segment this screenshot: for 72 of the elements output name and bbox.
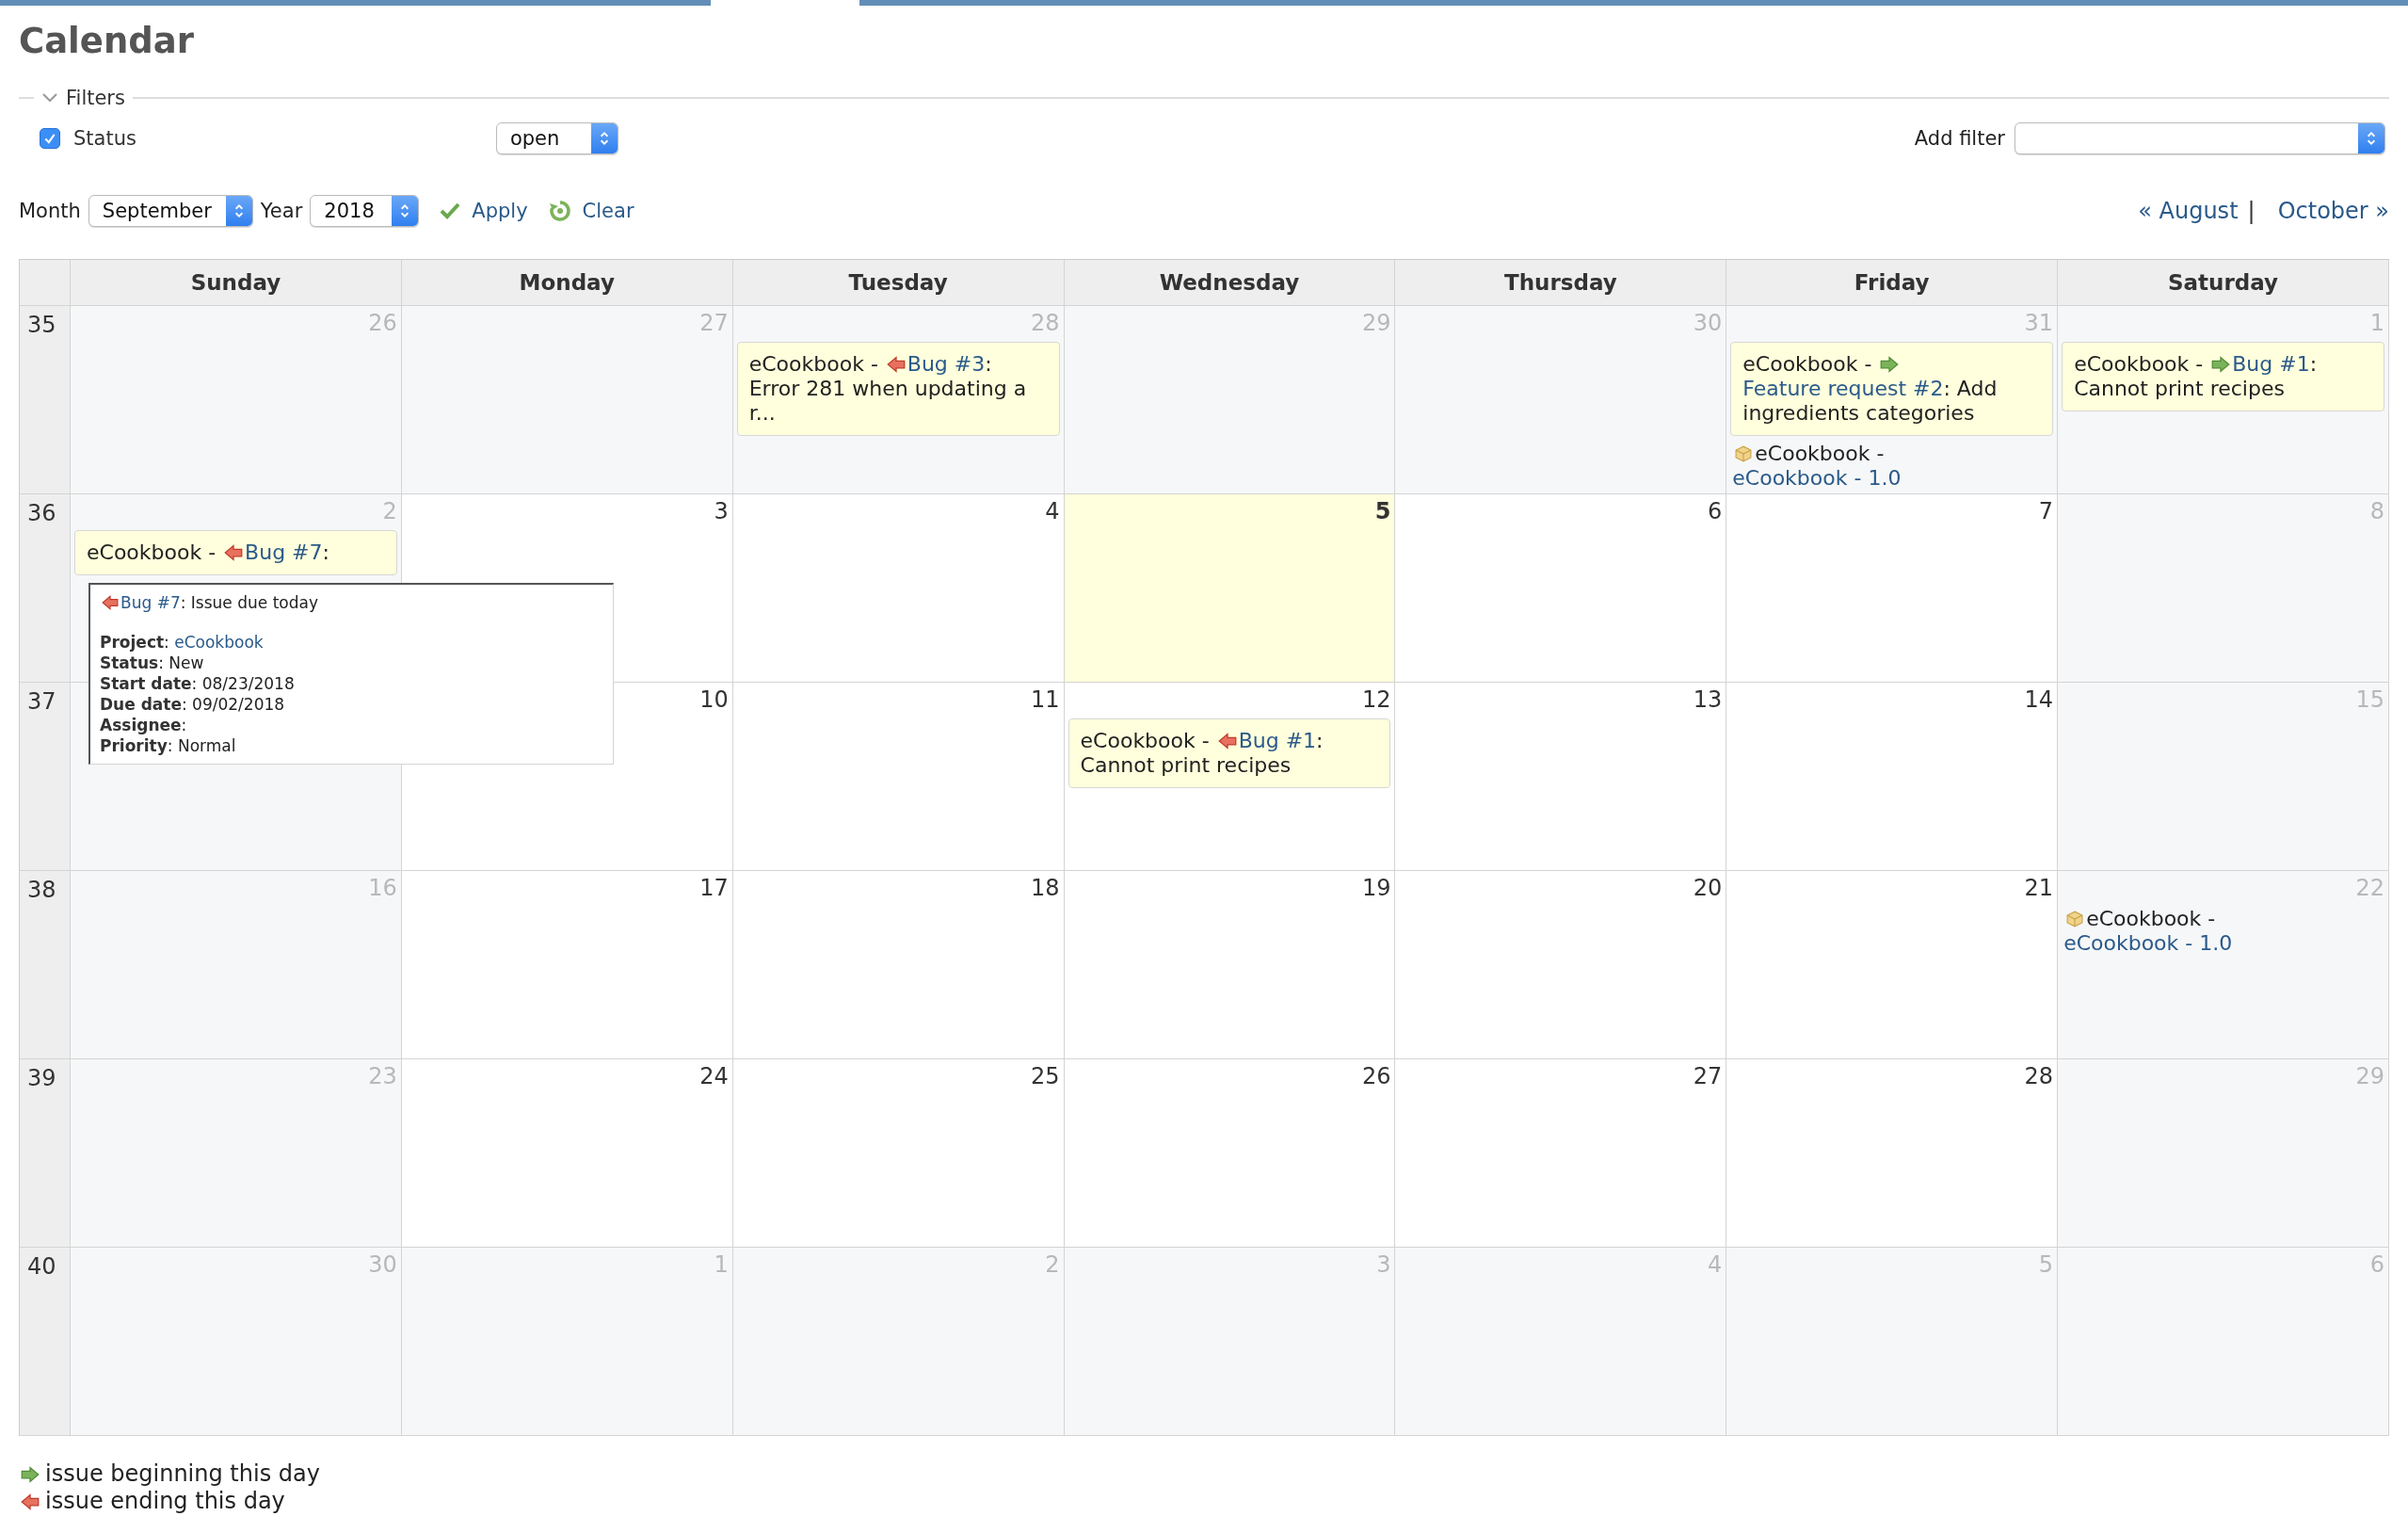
week-number: 35 bbox=[27, 312, 56, 338]
day-number: 4 bbox=[1708, 1251, 1723, 1278]
issue-text: eCookbook - Bug #7: bbox=[87, 540, 329, 564]
day-number: 1 bbox=[2369, 310, 2384, 336]
day-number: 3 bbox=[1376, 1251, 1391, 1278]
weekday-header: Monday bbox=[401, 260, 733, 306]
day-number: 24 bbox=[699, 1063, 729, 1089]
day-number: 28 bbox=[2024, 1063, 2054, 1089]
day-number: 7 bbox=[2038, 498, 2054, 524]
day-number: 21 bbox=[2024, 875, 2054, 901]
week-number: 37 bbox=[27, 688, 56, 715]
day-number: 27 bbox=[699, 310, 729, 336]
weekday-header: Saturday bbox=[2058, 260, 2389, 306]
day-number: 17 bbox=[699, 875, 729, 901]
weekday-header: Wednesday bbox=[1064, 260, 1396, 306]
day-number: 28 bbox=[1031, 310, 1060, 336]
year-label: Year bbox=[260, 200, 303, 222]
day-number: 13 bbox=[1693, 686, 1723, 713]
status-label: Status bbox=[73, 127, 136, 150]
weekday-header: Sunday bbox=[71, 260, 402, 306]
week-number: 40 bbox=[27, 1253, 56, 1280]
week-number: 39 bbox=[27, 1065, 56, 1091]
issue-text: eCookbook - Bug #1: Cannot print recipes bbox=[1080, 729, 1324, 777]
tooltip-field-label: Project: bbox=[100, 633, 169, 652]
day-number: 6 bbox=[1708, 498, 1723, 524]
issue-text: eCookbook - Bug #3: Error 281 when updating a r... bbox=[748, 352, 1027, 425]
issue-text: eCookbook - Feature request #2: Add ingredients categories bbox=[1742, 352, 1998, 425]
day-number: 30 bbox=[368, 1251, 397, 1278]
day-number: 15 bbox=[2355, 686, 2384, 713]
weekday-header: Thursday bbox=[1395, 260, 1727, 306]
day-number: 4 bbox=[1045, 498, 1060, 524]
add-filter-label: Add filter bbox=[1914, 127, 2005, 150]
day-number: 22 bbox=[2355, 875, 2384, 901]
day-number: 20 bbox=[1693, 875, 1723, 901]
day-number: 27 bbox=[1693, 1063, 1723, 1089]
day-number: 29 bbox=[2355, 1063, 2384, 1089]
week-number: 38 bbox=[27, 877, 56, 903]
day-number: 2 bbox=[382, 498, 397, 524]
month-label: Month bbox=[19, 200, 81, 222]
page-title: Calendar bbox=[19, 21, 194, 61]
day-number: 19 bbox=[1361, 875, 1391, 901]
day-number: 2 bbox=[1045, 1251, 1060, 1278]
week-number: 36 bbox=[27, 500, 56, 526]
day-number: 12 bbox=[1361, 686, 1391, 713]
weekday-header: Friday bbox=[1726, 260, 2059, 306]
day-number: 26 bbox=[1361, 1063, 1391, 1089]
day-number: 26 bbox=[368, 310, 397, 336]
day-number: 30 bbox=[1693, 310, 1723, 336]
day-number: 11 bbox=[1031, 686, 1060, 713]
day-number: 10 bbox=[699, 686, 729, 713]
weekday-header: Tuesday bbox=[732, 260, 1065, 306]
day-number: 31 bbox=[2024, 310, 2054, 336]
legend-text: issue beginning this day bbox=[45, 1460, 320, 1487]
separator: | bbox=[2247, 198, 2255, 224]
day-number: 5 bbox=[1374, 498, 1391, 524]
version-entry: eCookbook - eCookbook - 1.0 bbox=[2063, 907, 2234, 956]
version-entry: eCookbook - eCookbook - 1.0 bbox=[1731, 442, 1902, 491]
day-number: 14 bbox=[2024, 686, 2054, 713]
tooltip-field: Status: New bbox=[100, 653, 603, 673]
day-number: 16 bbox=[368, 875, 397, 901]
day-number: 29 bbox=[1361, 310, 1391, 336]
tooltip-title: Bug #7: Issue due today bbox=[100, 592, 603, 613]
day-number: 5 bbox=[2038, 1251, 2054, 1278]
day-number: 3 bbox=[714, 498, 729, 524]
day-number: 1 bbox=[714, 1251, 729, 1278]
legend-text: issue ending this day bbox=[45, 1488, 285, 1514]
day-number: 25 bbox=[1031, 1063, 1060, 1089]
day-number: 18 bbox=[1031, 875, 1060, 901]
issue-text: eCookbook - Bug #1: Cannot print recipes bbox=[2074, 352, 2318, 400]
day-number: 8 bbox=[2369, 498, 2384, 524]
day-number: 23 bbox=[368, 1063, 397, 1089]
day-number: 6 bbox=[2369, 1251, 2384, 1278]
